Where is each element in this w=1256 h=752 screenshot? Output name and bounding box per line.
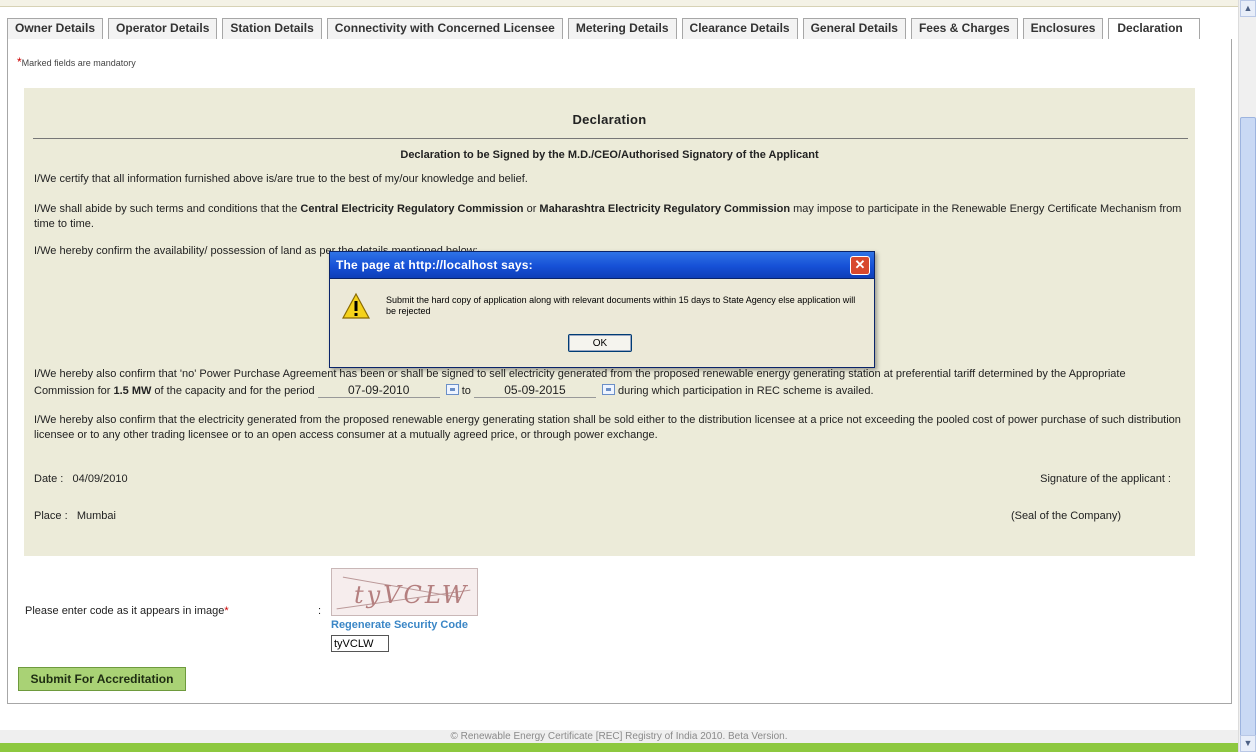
scroll-up-arrow-icon[interactable]: ▲: [1240, 0, 1256, 17]
p2-cerc: Central Electricity Regulatory Commissio…: [300, 203, 524, 215]
mandatory-note: *Marked fields are mandatory: [17, 55, 136, 69]
vertical-scrollbar[interactable]: ▲ ▼: [1238, 0, 1256, 752]
tab-operator-details[interactable]: Operator Details: [108, 18, 218, 39]
tab-fees-charges[interactable]: Fees & Charges: [910, 18, 1018, 39]
tab-metering-details[interactable]: Metering Details: [567, 18, 677, 39]
footer-bar: [0, 743, 1238, 752]
mandatory-note-text: Marked fields are mandatory: [21, 58, 136, 68]
place-label: Place :: [34, 510, 68, 522]
dialog-title-bar[interactable]: The page at http://localhost says: ✕: [330, 252, 874, 279]
seal-label: (Seal of the Company): [1010, 510, 1121, 522]
alert-dialog: The page at http://localhost says: ✕ Sub…: [329, 251, 875, 368]
date-row: Date : 04/09/2010: [34, 473, 128, 485]
tab-owner-details[interactable]: Owner Details: [7, 18, 104, 39]
top-strip: [0, 0, 1238, 7]
tab-enclosures[interactable]: Enclosures: [1022, 18, 1104, 39]
scrollbar-thumb[interactable]: [1240, 117, 1256, 737]
scroll-down-arrow-icon[interactable]: ▼: [1240, 735, 1256, 752]
captcha-image-text: tyVCLW: [354, 581, 470, 609]
period-from-field[interactable]: 07-09-2010: [317, 383, 440, 398]
declaration-paragraph-5: I/We hereby also confirm that the electr…: [34, 414, 1181, 441]
tab-declaration[interactable]: Declaration: [1108, 18, 1200, 40]
declaration-subtitle: Declaration to be Signed by the M.D./CEO…: [400, 149, 819, 161]
p4-capacity: 1.5 MW: [113, 385, 152, 397]
close-icon[interactable]: ✕: [850, 256, 870, 275]
tab-connectivity[interactable]: Connectivity with Concerned Licensee: [326, 18, 563, 39]
date-value: 04/09/2010: [72, 473, 128, 485]
p4-text-c: of the capacity and for the period: [151, 385, 318, 397]
tab-clearance-details[interactable]: Clearance Details: [681, 18, 798, 39]
submit-for-accreditation-button[interactable]: Submit For Accreditation: [18, 667, 186, 691]
captcha-colon: :: [318, 605, 322, 617]
required-star: *: [224, 605, 229, 617]
calendar-icon[interactable]: [445, 384, 459, 395]
declaration-paragraph-2: I/We shall abide by such terms and condi…: [34, 202, 1186, 232]
captcha-input[interactable]: [331, 635, 389, 652]
p2-text-a: I/We shall abide by such terms and condi…: [34, 203, 301, 215]
tab-station-details[interactable]: Station Details: [222, 18, 322, 39]
declaration-divider: [33, 138, 1188, 139]
ok-button[interactable]: OK: [568, 334, 632, 352]
regenerate-code-link[interactable]: Regenerate Security Code: [331, 619, 468, 631]
captcha-label-text: Please enter code as it appears in image: [25, 605, 225, 617]
tab-general-details[interactable]: General Details: [802, 18, 906, 39]
declaration-paragraph-4: I/We hereby also confirm that 'no' Power…: [34, 366, 1186, 400]
place-value: Mumbai: [76, 510, 116, 522]
date-label: Date :: [34, 473, 64, 485]
signature-label: Signature of the applicant :: [1040, 473, 1171, 485]
captcha-label: Please enter code as it appears in image…: [25, 605, 229, 617]
p4-text-d: during which participation in REC scheme…: [617, 385, 874, 397]
place-row: Place : Mumbai: [34, 510, 116, 522]
calendar-icon[interactable]: [601, 384, 615, 395]
period-to-field[interactable]: 05-09-2015: [473, 383, 596, 398]
warning-icon: [342, 292, 370, 319]
declaration-paragraph-1: I/We certify that all information furnis…: [34, 173, 528, 185]
p2-text-c: or: [523, 203, 540, 215]
captcha-image: tyVCLW: [331, 568, 478, 616]
dialog-message: Submit the hard copy of application alon…: [386, 295, 856, 316]
footer: © Renewable Energy Certificate [REC] Reg…: [0, 730, 1238, 743]
p2-merc: Maharashtra Electricity Regulatory Commi…: [539, 203, 791, 215]
declaration-title: Declaration: [572, 112, 647, 127]
dialog-title: The page at http://localhost says:: [336, 258, 533, 272]
period-to-label: to: [461, 385, 471, 397]
tab-bar: Owner Details Operator Details Station D…: [7, 18, 1200, 40]
